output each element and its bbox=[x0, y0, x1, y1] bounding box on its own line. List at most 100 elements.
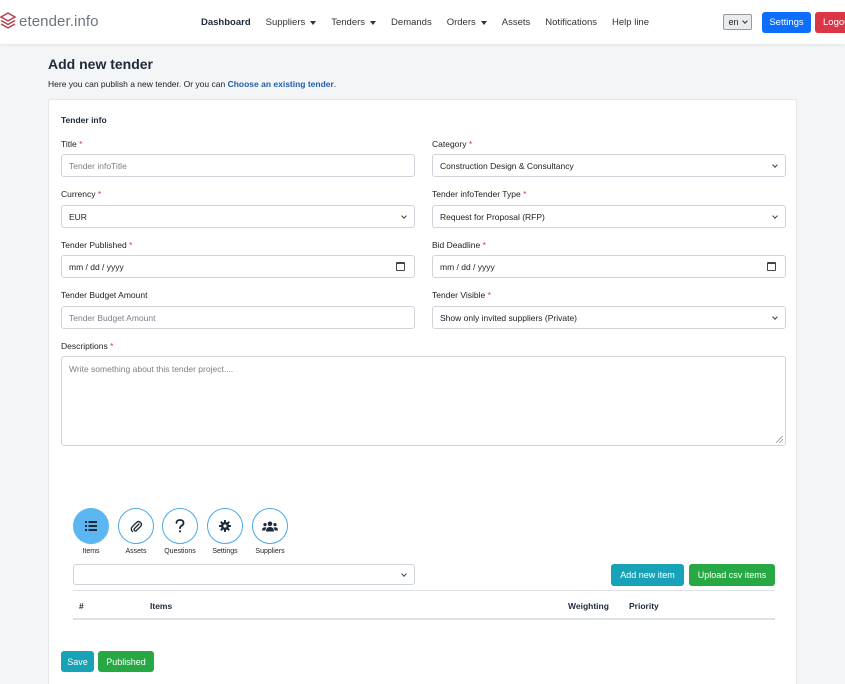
visibility-select[interactable]: Show only invited suppliers (Private) bbox=[432, 306, 786, 329]
chevron-down-icon bbox=[772, 213, 778, 219]
nav-suppliers-label: Suppliers bbox=[265, 17, 306, 28]
table-divider bbox=[73, 590, 775, 591]
language-select[interactable]: en bbox=[723, 14, 752, 30]
users-icon bbox=[262, 521, 278, 531]
descriptions-placeholder: Write something about this tender projec… bbox=[69, 364, 234, 374]
published-date-placeholder: mm / dd / yyyy bbox=[69, 261, 124, 272]
tab-questions-label: Questions bbox=[164, 548, 196, 555]
upload-csv-button[interactable]: Upload csv items bbox=[689, 564, 775, 586]
brand[interactable]: etender.info bbox=[0, 11, 99, 31]
gear-icon bbox=[219, 520, 231, 532]
title-input[interactable]: Tender infoTitle bbox=[61, 154, 415, 177]
tender-type-value: Request for Proposal (RFP) bbox=[440, 211, 545, 222]
column-header-priority: Priority bbox=[629, 601, 659, 611]
nav-dashboard[interactable]: Dashboard bbox=[201, 17, 251, 28]
question-icon bbox=[175, 519, 185, 533]
visible-label: Tender Visible * bbox=[432, 290, 491, 300]
nav-tenders[interactable]: Tenders bbox=[331, 17, 377, 28]
deadline-date-input[interactable]: mm / dd / yyyy bbox=[432, 255, 786, 278]
tab-suppliers-label: Suppliers bbox=[255, 548, 285, 555]
layers-logo-icon bbox=[0, 12, 16, 29]
category-label: Category * bbox=[432, 139, 473, 149]
calendar-icon[interactable] bbox=[767, 262, 776, 271]
nav-dashboard-label: Dashboard bbox=[201, 17, 251, 28]
chevron-down-icon bbox=[401, 213, 407, 219]
nav-tenders-label: Tenders bbox=[331, 17, 366, 28]
chevron-down-icon bbox=[772, 314, 778, 320]
currency-label: Currency * bbox=[61, 189, 102, 199]
choose-existing-tender-link[interactable]: Choose an existing tender bbox=[228, 79, 334, 89]
tab-items[interactable]: Items bbox=[66, 508, 116, 555]
tab-items-label: Items bbox=[82, 548, 100, 555]
descriptions-label: Descriptions * bbox=[61, 341, 114, 351]
nav-demands-label: Demands bbox=[391, 17, 432, 28]
tab-assets-label: Assets bbox=[125, 548, 147, 555]
category-value: Construction Design & Consultancy bbox=[440, 160, 574, 171]
tab-questions-circle bbox=[162, 508, 198, 544]
language-value: en bbox=[728, 17, 739, 27]
chevron-down-icon bbox=[772, 162, 778, 168]
nav-notifications-label: Notifications bbox=[545, 17, 598, 28]
resize-grip-icon[interactable] bbox=[776, 436, 783, 443]
tab-suppliers[interactable]: Suppliers bbox=[245, 508, 295, 555]
deadline-date-placeholder: mm / dd / yyyy bbox=[440, 261, 495, 272]
paperclip-icon bbox=[130, 520, 142, 532]
tender-form-card: Tender info Title * Tender infoTitle Cat… bbox=[48, 99, 797, 684]
add-new-item-button[interactable]: Add new item bbox=[611, 564, 684, 586]
subtitle-text: Here you can publish a new tender. Or yo… bbox=[48, 79, 228, 89]
column-header-items: Items bbox=[150, 601, 173, 611]
nav-assets-label: Assets bbox=[501, 17, 531, 28]
nav-suppliers[interactable]: Suppliers bbox=[266, 17, 317, 28]
category-select[interactable]: Construction Design & Consultancy bbox=[432, 154, 786, 177]
page-title: Add new tender bbox=[48, 56, 154, 72]
nav-help-line-label: Help line bbox=[612, 17, 649, 28]
nav-assets[interactable]: Assets bbox=[502, 17, 531, 28]
nav-demands[interactable]: Demands bbox=[391, 17, 432, 28]
items-select[interactable] bbox=[73, 564, 415, 585]
calendar-icon[interactable] bbox=[396, 262, 405, 271]
tab-settings-circle bbox=[207, 508, 243, 544]
main-nav: Dashboard Suppliers Tenders Demands Orde… bbox=[201, 17, 664, 28]
tender-type-label: Tender infoTender Type * bbox=[432, 189, 527, 199]
tab-assets-circle bbox=[118, 508, 154, 544]
table-header-divider bbox=[73, 618, 775, 620]
section-title: Tender info bbox=[61, 115, 107, 125]
nav-orders-label: Orders bbox=[446, 17, 476, 28]
budget-input[interactable]: Tender Budget Amount bbox=[61, 306, 415, 329]
page-subtitle: Here you can publish a new tender. Or yo… bbox=[48, 79, 336, 89]
nav-help-line[interactable]: Help line bbox=[612, 17, 649, 28]
visibility-value: Show only invited suppliers (Private) bbox=[440, 312, 578, 323]
column-header-number: # bbox=[79, 601, 84, 611]
tab-assets[interactable]: Assets bbox=[111, 508, 161, 555]
tab-items-circle bbox=[73, 508, 109, 544]
budget-label: Tender Budget Amount bbox=[61, 290, 148, 300]
tab-questions[interactable]: Questions bbox=[155, 508, 205, 555]
top-navbar: etender.info Dashboard Suppliers Tenders… bbox=[0, 0, 845, 44]
logout-button[interactable]: Logout bbox=[815, 12, 845, 33]
chevron-down-icon bbox=[401, 571, 407, 577]
deadline-label: Bid Deadline * bbox=[432, 240, 486, 250]
currency-select[interactable]: EUR bbox=[61, 205, 415, 228]
currency-value: EUR bbox=[69, 211, 87, 222]
caret-down-icon bbox=[480, 20, 487, 25]
chevron-down-icon bbox=[741, 18, 748, 24]
published-label: Tender Published * bbox=[61, 240, 133, 250]
column-header-weighting: Weighting bbox=[568, 601, 609, 611]
nav-orders[interactable]: Orders bbox=[447, 17, 487, 28]
caret-down-icon bbox=[310, 20, 317, 25]
tab-settings-label: Settings bbox=[212, 548, 238, 555]
tender-type-select[interactable]: Request for Proposal (RFP) bbox=[432, 205, 786, 228]
caret-down-icon bbox=[370, 20, 377, 25]
list-icon bbox=[85, 521, 97, 531]
tab-suppliers-circle bbox=[252, 508, 288, 544]
nav-notifications[interactable]: Notifications bbox=[545, 17, 597, 28]
title-label: Title * bbox=[61, 139, 83, 149]
brand-name: etender.info bbox=[19, 12, 99, 30]
descriptions-textarea[interactable]: Write something about this tender projec… bbox=[61, 356, 786, 446]
subtitle-suffix: . bbox=[333, 79, 337, 89]
published-button[interactable]: Published bbox=[98, 651, 154, 672]
settings-button[interactable]: Settings bbox=[762, 12, 811, 33]
save-button[interactable]: Save bbox=[61, 651, 94, 672]
tab-settings[interactable]: Settings bbox=[200, 508, 250, 555]
published-date-input[interactable]: mm / dd / yyyy bbox=[61, 255, 415, 278]
